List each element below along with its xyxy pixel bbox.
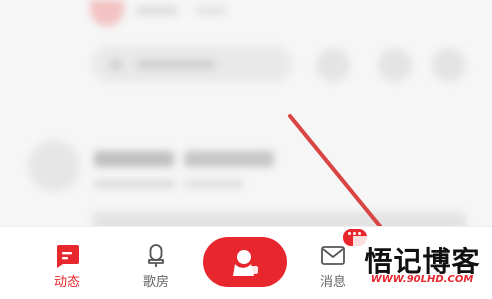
- publish-button[interactable]: [203, 237, 287, 287]
- round-action-button[interactable]: [378, 48, 412, 82]
- envelope-icon: [321, 246, 345, 265]
- post-author-avatar[interactable]: [28, 140, 80, 192]
- tab-dynamic-label: 动态: [53, 275, 80, 290]
- username-placeholder: [136, 6, 178, 15]
- feed-area: [0, 0, 492, 226]
- search-icon: [110, 60, 122, 70]
- message-square-icon: [57, 245, 79, 268]
- watermark-url: WWW.90LHD.COM: [370, 274, 474, 285]
- post-author-name[interactable]: [94, 151, 174, 167]
- round-action-button[interactable]: [316, 48, 350, 82]
- search-text-placeholder: [136, 60, 216, 69]
- post-meta: [94, 180, 176, 188]
- post-title: [184, 151, 274, 167]
- microphone-icon: [148, 244, 164, 267]
- round-action-button[interactable]: [432, 48, 466, 82]
- watermark: 悟记博客 WWW.90LHD.COM: [353, 236, 492, 298]
- publish-icon: [233, 250, 258, 276]
- tab-dynamic[interactable]: 动态: [37, 227, 97, 299]
- post-meta: [184, 180, 244, 188]
- tab-song-room-label: 歌房: [142, 275, 169, 290]
- username-placeholder: [196, 6, 226, 15]
- search-bar[interactable]: [92, 46, 292, 82]
- tab-song-room[interactable]: 歌房: [126, 227, 186, 299]
- user-avatar[interactable]: [90, 0, 124, 26]
- post-card[interactable]: [92, 212, 466, 226]
